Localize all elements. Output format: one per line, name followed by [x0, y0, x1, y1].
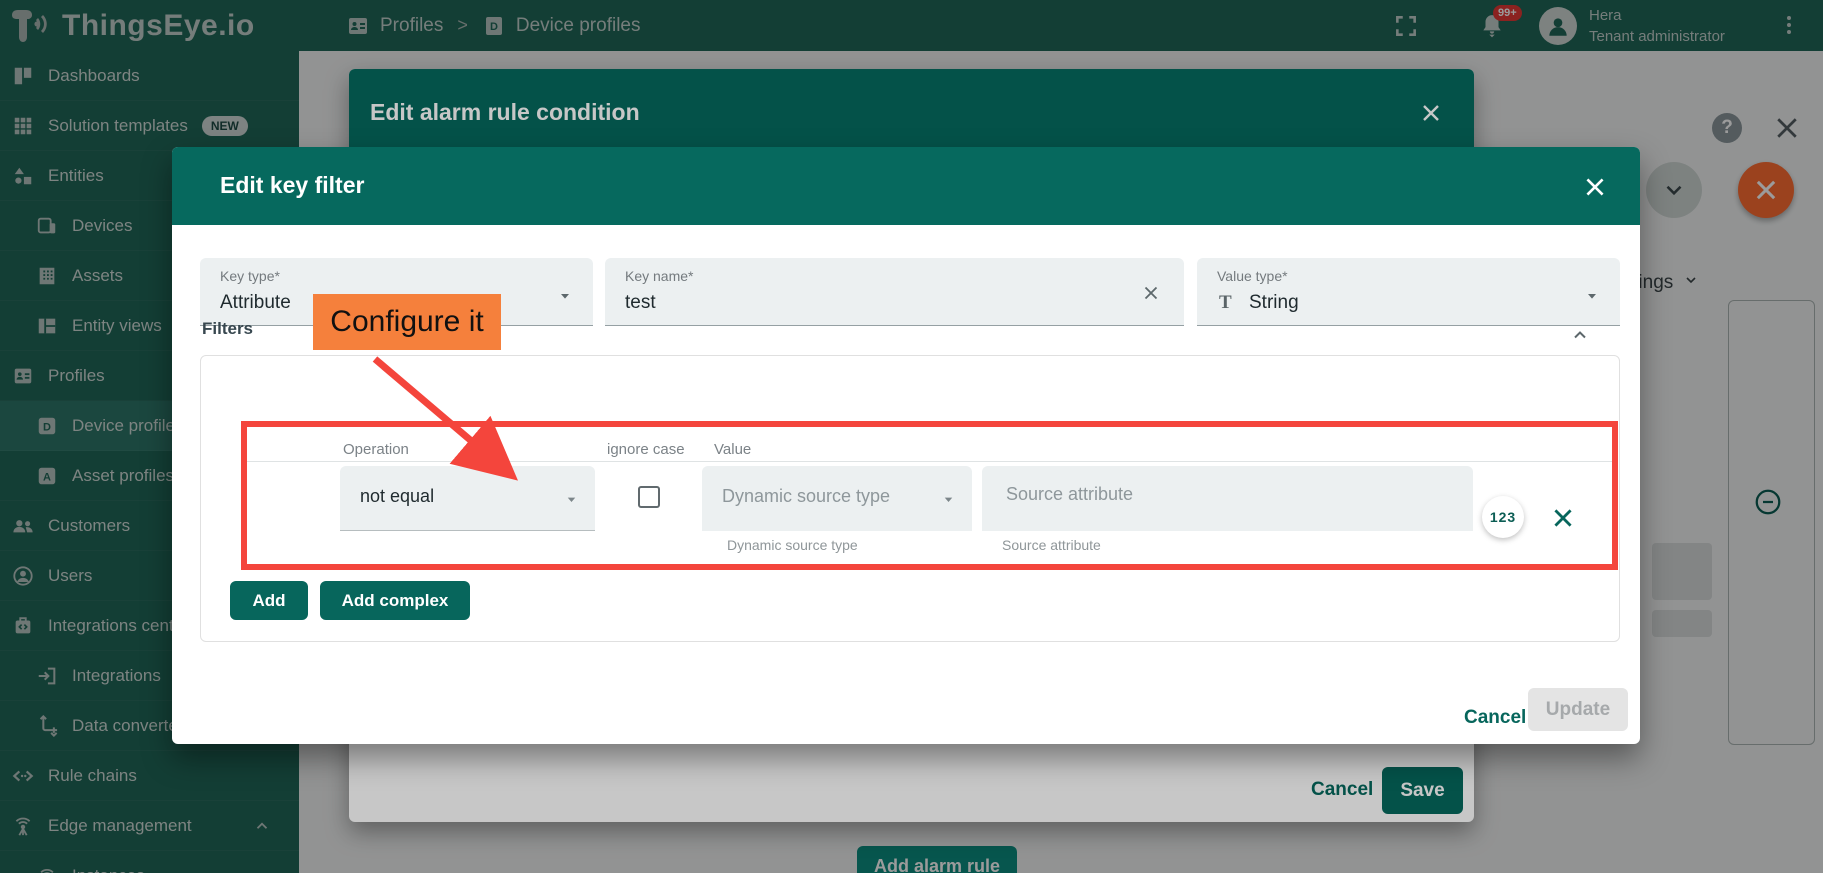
dynamic-source-type-select[interactable]: Dynamic source type — [702, 466, 972, 531]
update-button[interactable]: Update — [1528, 688, 1628, 731]
operation-select[interactable]: not equal — [340, 466, 595, 531]
operation-value: not equal — [360, 486, 434, 507]
close-icon[interactable] — [1582, 174, 1608, 200]
field-label: Value type* — [1217, 268, 1288, 284]
field-label: Key type* — [220, 268, 280, 284]
numeric-value-toggle[interactable]: 123 — [1482, 496, 1524, 538]
dynamic-source-placeholder: Dynamic source type — [722, 486, 890, 507]
source-attribute-field[interactable] — [982, 466, 1473, 531]
key-name-field[interactable]: Key name* — [605, 258, 1184, 326]
dialog-header: Edit key filter — [172, 147, 1640, 225]
ignore-case-checkbox[interactable] — [638, 486, 660, 508]
add-button[interactable]: Add — [230, 581, 308, 620]
clear-icon[interactable] — [1140, 282, 1162, 304]
source-attribute-helper: Source attribute — [1002, 537, 1101, 553]
field-label: Key name* — [625, 268, 693, 284]
dropdown-arrow-icon — [941, 492, 956, 507]
column-ignore-case: ignore case — [607, 441, 685, 458]
dropdown-arrow-icon — [1584, 288, 1600, 304]
column-operation: Operation — [343, 441, 409, 458]
collapse-chevron-icon[interactable] — [1570, 325, 1590, 345]
remove-filter-icon[interactable] — [1550, 505, 1576, 531]
value-type-value: String — [1249, 292, 1587, 314]
edit-key-filter-dialog: Edit key filter Key type* Attribute Key … — [172, 147, 1640, 744]
configure-it-annotation: Configure it — [313, 294, 501, 350]
filters-title: Filters — [202, 319, 253, 339]
dropdown-arrow-icon — [557, 288, 573, 304]
dialog-title: Edit key filter — [220, 172, 364, 199]
column-value: Value — [714, 441, 751, 458]
value-type-select[interactable]: Value type* T String — [1197, 258, 1620, 326]
key-name-input[interactable] — [625, 292, 1088, 314]
source-attribute-input[interactable] — [1006, 484, 1436, 505]
divider — [247, 461, 1612, 462]
string-type-icon: T — [1219, 292, 1232, 314]
add-complex-button[interactable]: Add complex — [320, 581, 470, 620]
dynamic-source-helper: Dynamic source type — [727, 537, 858, 553]
dropdown-arrow-icon — [564, 492, 579, 507]
